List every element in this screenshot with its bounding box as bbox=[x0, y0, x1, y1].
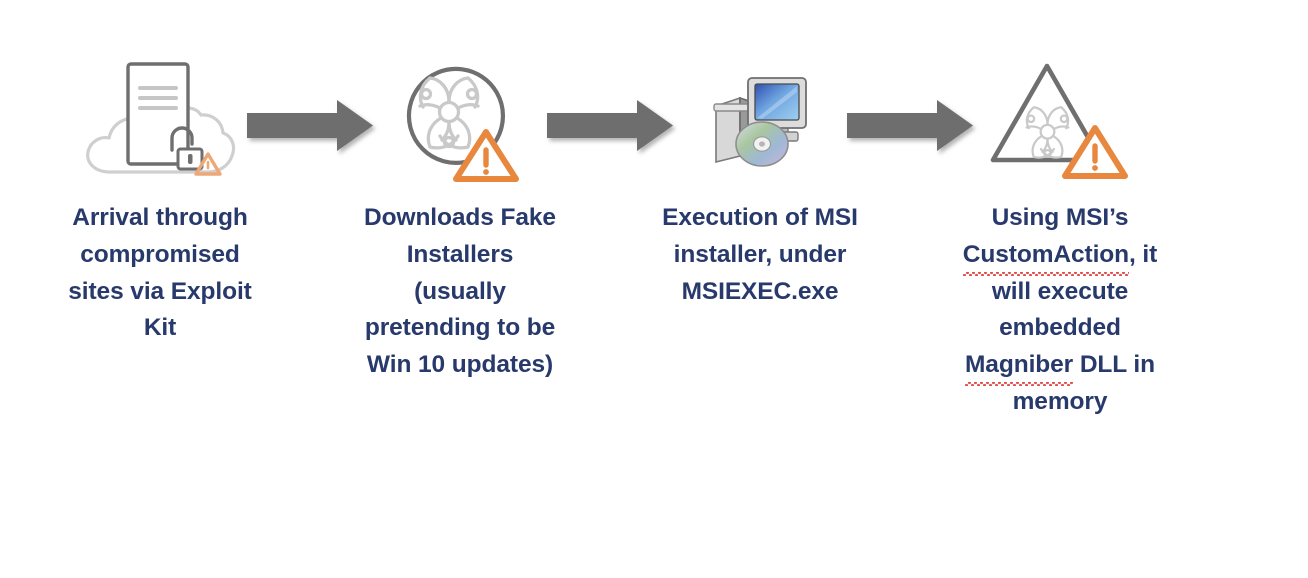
caption-line: memory bbox=[1012, 387, 1108, 415]
caption-line: Arrival through bbox=[72, 204, 248, 231]
stage-4-icon-slot bbox=[935, 46, 1185, 196]
biohazard-circle-with-warning-icon bbox=[390, 54, 530, 189]
stage-2-caption: Downloads Fake Installers (usually prete… bbox=[338, 200, 583, 384]
stage-4-caption: Using MSI’s CustomAction, it will execut… bbox=[938, 200, 1183, 421]
caption-line: Downloads Fake bbox=[364, 204, 556, 231]
caption-text: DLL in bbox=[1073, 351, 1155, 378]
misspelled-word-magniber: Magniber bbox=[965, 347, 1074, 386]
caption-line: (usually bbox=[414, 277, 506, 305]
caption-line: Execution of MSI bbox=[662, 204, 858, 231]
caption-line: CustomAction, it bbox=[938, 237, 1183, 276]
stage-1-arrival: Arrival through compromised sites via Ex… bbox=[35, 46, 285, 347]
misspelled-word-customaction: CustomAction bbox=[962, 237, 1130, 276]
windows-installer-monitor-disc-icon bbox=[700, 64, 820, 179]
caption-line: Magniber DLL in bbox=[938, 347, 1183, 386]
document-in-cloud-with-open-padlock-icon bbox=[80, 54, 240, 189]
caption-line: compromised bbox=[80, 240, 240, 268]
caption-line: installer, under bbox=[673, 240, 847, 268]
caption-line: Win 10 updates) bbox=[366, 351, 554, 378]
caption-line: sites via Exploit bbox=[68, 277, 252, 305]
infection-chain-diagram: Arrival through compromised sites via Ex… bbox=[0, 0, 1308, 578]
caption-line: pretending to be bbox=[364, 314, 556, 342]
caption-line: Using MSI’s bbox=[991, 204, 1129, 231]
stage-3-caption: Execution of MSI installer, under MSIEXE… bbox=[638, 200, 883, 310]
stage-1-caption: Arrival through compromised sites via Ex… bbox=[38, 200, 283, 347]
caption-text: , it bbox=[1129, 240, 1158, 268]
caption-line: Installers bbox=[406, 240, 514, 268]
stage-4-customaction: Using MSI’s CustomAction, it will execut… bbox=[935, 46, 1185, 421]
stage-3-execution: Execution of MSI installer, under MSIEXE… bbox=[635, 46, 885, 310]
caption-line: embedded bbox=[999, 314, 1121, 342]
caption-line: will execute bbox=[991, 277, 1129, 305]
caption-line: Kit bbox=[143, 314, 177, 342]
biohazard-triangle-with-warning-icon bbox=[985, 54, 1135, 189]
caption-line: MSIEXEC.exe bbox=[681, 277, 839, 305]
stage-2-downloads: Downloads Fake Installers (usually prete… bbox=[335, 46, 585, 384]
